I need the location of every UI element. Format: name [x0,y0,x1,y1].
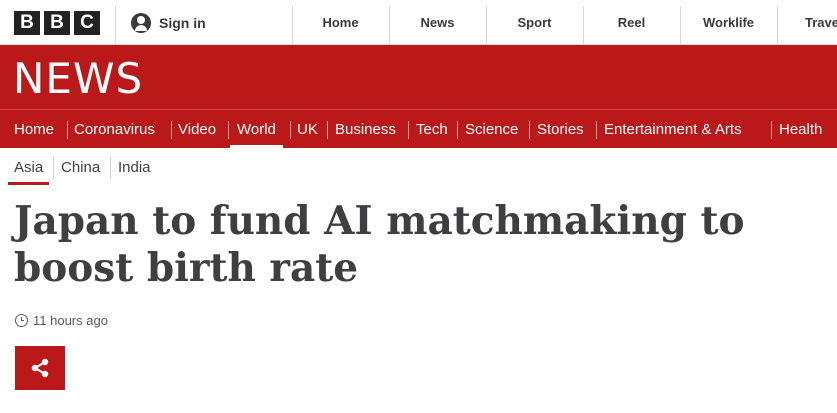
article-timestamp: 11 hours ago [15,313,108,328]
topnav-worklife[interactable]: Worklife [680,0,777,45]
section-nav: Home Coronavirus Video World UK Business… [0,109,837,149]
signin-label: Sign in [159,15,206,31]
signin-button[interactable]: Sign in [131,12,206,34]
divider [115,6,116,44]
clock-icon [15,314,28,327]
subnav-india[interactable]: India [118,155,151,179]
divider [457,121,458,139]
topnav-news[interactable]: News [389,0,486,45]
section-nav-tech[interactable]: Tech [416,110,448,148]
divider [290,121,291,139]
divider [67,121,68,139]
divider [596,121,597,139]
user-icon [131,13,151,33]
news-banner: NEWS [0,45,837,109]
section-nav-coronavirus[interactable]: Coronavirus [74,110,155,148]
section-nav-science[interactable]: Science [465,110,518,148]
topnav-home[interactable]: Home [292,0,389,45]
section-nav-entertainment-arts[interactable]: Entertainment & Arts [604,110,742,148]
section-nav-world[interactable]: World [230,110,283,149]
section-nav-business[interactable]: Business [335,110,396,148]
topnav-sport[interactable]: Sport [486,0,583,45]
section-nav-health[interactable]: Health [779,110,837,148]
bbc-logo-letter: B [14,11,40,35]
divider [110,157,111,179]
bbc-logo-letter: B [44,11,70,35]
article-headline: Japan to fund AI matchmaking to boost bi… [14,198,814,292]
share-icon [31,358,49,378]
section-nav-home[interactable]: Home [14,110,54,148]
masthead: B B C Sign in Home News Sport Reel Workl… [0,0,837,45]
divider [408,121,409,139]
headline-line: Japan to fund AI matchmaking to [14,198,745,244]
divider [53,157,54,179]
topnav-travel[interactable]: Travel [777,0,837,45]
share-button[interactable] [15,346,65,390]
headline-line: boost birth rate [14,245,359,291]
divider [771,121,772,139]
news-logo[interactable]: NEWS [13,54,143,103]
section-nav-stories[interactable]: Stories [537,110,584,148]
divider [529,121,530,139]
divider [171,121,172,139]
subnav-china[interactable]: China [61,155,100,179]
divider [327,121,328,139]
divider [228,121,229,139]
subnav-asia[interactable]: Asia [7,155,50,185]
topnav-reel[interactable]: Reel [583,0,680,45]
bbc-logo[interactable]: B B C [14,11,100,35]
timestamp-text: 11 hours ago [33,313,108,328]
bbc-logo-letter: C [74,11,100,35]
section-nav-uk[interactable]: UK [297,110,318,148]
section-nav-video[interactable]: Video [178,110,216,148]
